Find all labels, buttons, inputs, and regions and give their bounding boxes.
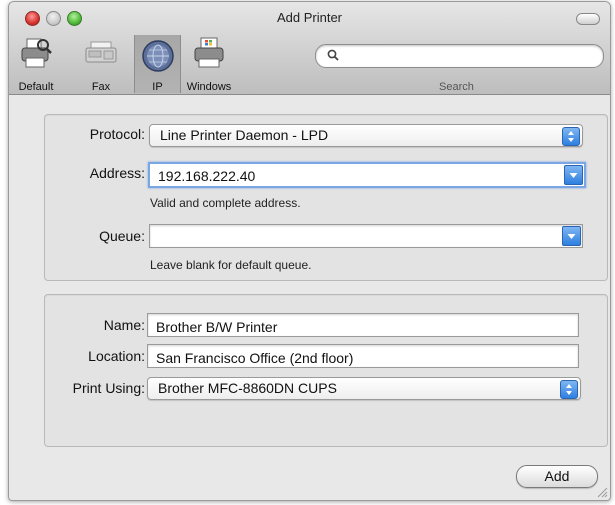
queue-input[interactable] [156,227,549,246]
chevron-down-icon[interactable] [564,165,583,185]
toolbar: Add Printer Default Fax IP Windows Searc… [9,2,610,95]
protocol-value: Line Printer Daemon - LPD [160,127,329,143]
queue-label: Queue: [99,228,145,244]
search-field[interactable] [315,44,604,68]
toolbar-default[interactable]: Default [11,36,61,93]
printer-default-icon [21,38,52,68]
connection-group: Protocol: Line Printer Daemon - LPD Addr… [44,114,608,281]
resize-grip-icon[interactable] [596,486,608,498]
print-using-label: Print Using: [72,380,145,396]
name-field[interactable] [147,313,579,337]
protocol-popup[interactable]: Line Printer Daemon - LPD [149,124,583,147]
location-input[interactable] [154,348,567,367]
windows-printer-icon [194,37,224,68]
name-label: Name: [103,317,145,333]
toolbar-windows-label: Windows [186,81,232,93]
print-using-value: Brother MFC-8860DN CUPS [158,380,337,396]
popup-arrows-icon [560,380,578,399]
toolbar-windows[interactable]: Windows [179,36,239,93]
toolbar-default-label: Default [18,81,54,93]
search-input[interactable] [346,47,595,65]
window-title: Add Printer [276,10,343,25]
popup-arrows-icon [562,127,580,146]
add-button[interactable]: Add [516,465,598,488]
globe-icon [141,40,174,72]
address-hint: Valid and complete address. [150,196,301,210]
protocol-label: Protocol: [89,126,145,142]
address-input[interactable] [156,166,551,185]
search-label: Search [439,81,474,93]
queue-combo[interactable] [149,224,583,248]
details-group: Name: Location: Print Using: Brother MFC… [44,294,608,447]
toolbar-toggle-button[interactable] [576,13,600,25]
chevron-down-icon[interactable] [562,226,581,246]
fax-icon [85,41,117,63]
toolbar-fax-label: Fax [91,81,111,93]
name-input[interactable] [154,317,567,336]
address-combo[interactable] [148,162,586,188]
print-using-popup[interactable]: Brother MFC-8860DN CUPS [147,377,581,400]
toolbar-ip[interactable]: IP [134,35,181,93]
toolbar-fax[interactable]: Fax [81,36,121,93]
add-printer-window: Add Printer Default Fax IP Windows Searc… [8,1,611,501]
toolbar-ip-label: IP [152,81,163,93]
queue-hint: Leave blank for default queue. [150,258,312,272]
location-field[interactable] [147,344,579,368]
address-label: Address: [89,165,145,181]
location-label: Location: [88,348,145,364]
search-icon [327,49,339,61]
